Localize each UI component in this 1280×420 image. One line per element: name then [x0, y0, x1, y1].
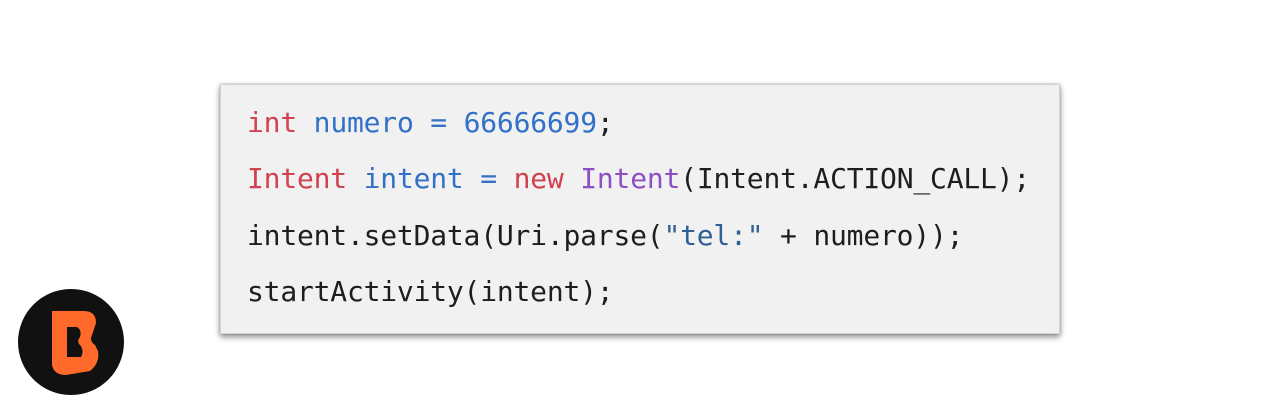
code-token: Intent	[247, 162, 347, 195]
code-token: new	[513, 162, 564, 195]
code-token: startActivity(intent);	[247, 275, 614, 308]
code-token: =	[413, 106, 464, 139]
code-token: (Intent.ACTION_CALL);	[680, 162, 1030, 195]
code-token: ;	[596, 106, 614, 139]
code-line-2: Intent intent = new Intent(Intent.ACTION…	[247, 162, 1030, 196]
brand-b-logo-mark	[52, 311, 99, 375]
brand-b-logo-icon	[18, 289, 124, 395]
code-snippet-card: int numero = 66666699; Intent intent = n…	[220, 84, 1060, 334]
code-token: Intent	[580, 162, 681, 195]
code-token: intent	[363, 162, 464, 195]
code-line-3: intent.setData(Uri.parse("tel:" + numero…	[247, 219, 963, 253]
code-token: 66666699	[463, 106, 597, 139]
code-token: + numero));	[763, 219, 964, 252]
code-line-4: startActivity(intent);	[247, 275, 614, 309]
code-token: =	[463, 162, 514, 195]
code-token: numero	[313, 106, 414, 139]
code-line-1: int numero = 66666699;	[247, 106, 614, 140]
code-token: intent.setData(Uri.parse(	[247, 219, 664, 252]
code-token: "tel:"	[663, 219, 764, 252]
code-token: int	[247, 106, 297, 139]
